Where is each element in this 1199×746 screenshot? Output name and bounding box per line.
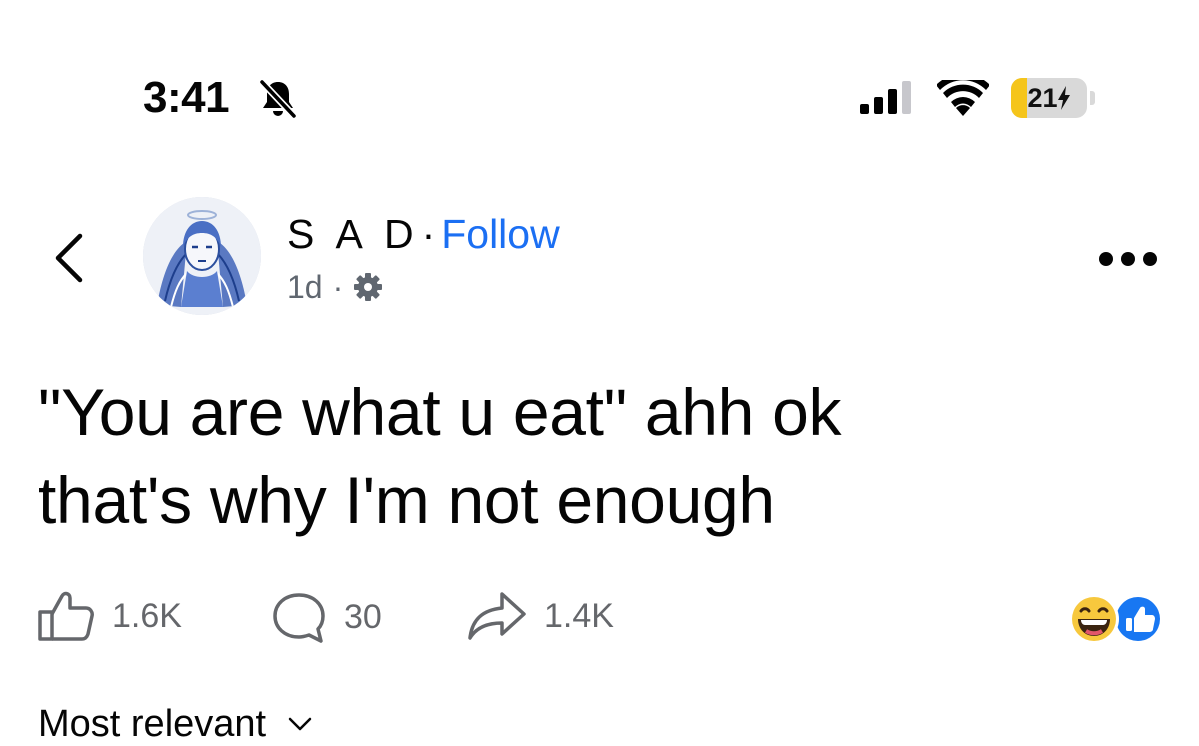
post-text-line: "You are what u eat" ahh ok: [38, 375, 842, 449]
thumbs-up-icon: [38, 591, 94, 641]
reactions-summary[interactable]: [1066, 591, 1166, 647]
follow-button[interactable]: Follow: [441, 211, 559, 257]
battery-indicator: 21: [1011, 78, 1097, 118]
bell-slash-icon: [259, 79, 297, 119]
post-timestamp[interactable]: 1d: [287, 268, 323, 306]
meta-separator: ·: [332, 269, 344, 305]
chevron-down-icon: [288, 717, 312, 731]
share-button[interactable]: 1.4K: [466, 590, 614, 642]
charging-bolt-icon: [1057, 86, 1070, 110]
cellular-signal-icon: [860, 81, 911, 114]
sort-label: Most relevant: [38, 703, 267, 745]
comment-count: 30: [344, 597, 382, 636]
post-text: "You are what u eat" ahh ok that's why I…: [38, 368, 842, 544]
like-button[interactable]: 1.6K: [36, 590, 182, 642]
post-meta: 1d ·: [287, 268, 383, 306]
author-name[interactable]: S A D: [287, 211, 420, 257]
author-line: S A D· Follow: [287, 210, 560, 258]
battery-nub: [1090, 91, 1095, 105]
share-count: 1.4K: [544, 596, 614, 635]
comment-sort-dropdown[interactable]: Most relevant: [38, 702, 312, 746]
more-horizontal-icon[interactable]: [1097, 250, 1159, 268]
wifi-icon: [937, 80, 989, 116]
share-arrow-icon: [468, 592, 526, 640]
status-time: 3:41: [143, 73, 230, 122]
battery-label: 21: [1011, 78, 1087, 118]
laughing-emoji-icon: [1069, 594, 1119, 644]
gear-icon[interactable]: [353, 272, 383, 302]
post-text-line: that's why I'm not enough: [38, 463, 775, 537]
author-avatar[interactable]: [143, 197, 261, 315]
comment-button[interactable]: 30: [268, 590, 382, 644]
name-separator: ·: [421, 211, 436, 257]
back-chevron-icon[interactable]: [50, 232, 90, 284]
comment-bubble-icon: [273, 593, 325, 643]
like-count: 1.6K: [112, 596, 182, 635]
angel-illustration-icon: [143, 197, 261, 315]
like-reaction-icon: [1113, 594, 1163, 644]
